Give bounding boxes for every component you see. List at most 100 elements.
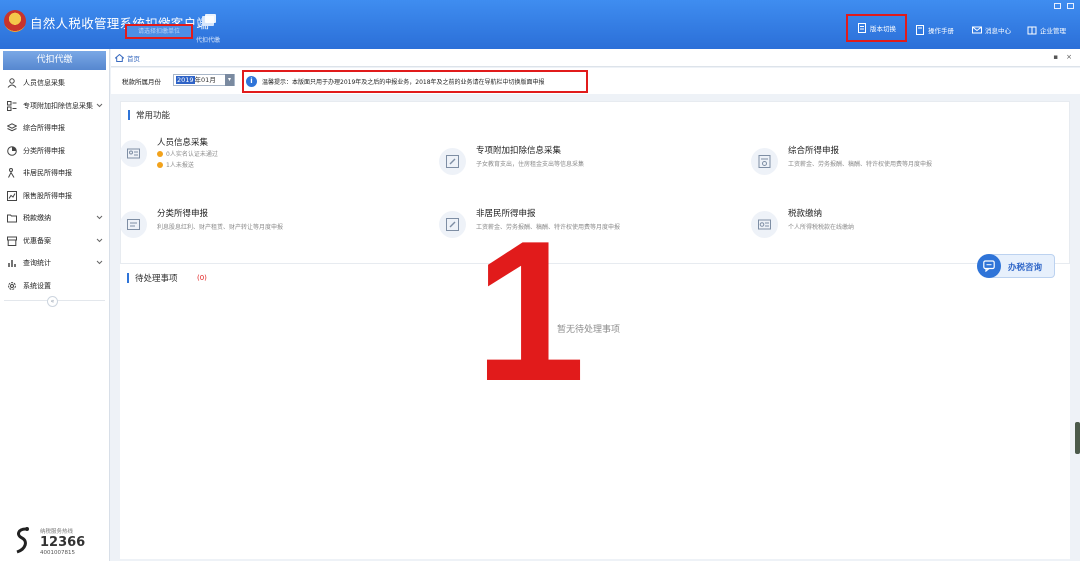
function-card-classified[interactable]: 分类所得申报 利息股息红利、财产租赁、财产转让等月度申报 — [120, 207, 370, 245]
sidebar-item-label: 限售股所得申报 — [23, 191, 72, 200]
version-switch-button[interactable]: 版本切换 — [846, 14, 907, 42]
tab-home-label: 首页 — [127, 55, 140, 63]
function-card-comprehensive[interactable]: 综合所得申报 工资薪金、劳务报酬、稿酬、特许权使用费等月度申报 — [751, 144, 1001, 182]
list-icon — [7, 100, 17, 111]
sidebar: 代扣代缴 人员信息采集 专项附加扣除信息采集 综合所得申报 分类所得申报 非居民… — [0, 49, 110, 561]
chevron-down-icon — [96, 215, 103, 220]
sidebar-item-label: 分类所得申报 — [23, 146, 65, 155]
enterprise-label: 企业管理 — [1040, 27, 1066, 35]
layers-icon — [7, 123, 17, 132]
annotation-number-one: 1 — [475, 230, 585, 390]
sidebar-header: 代扣代缴 — [3, 51, 106, 70]
sidebar-item-label: 非居民所得申报 — [23, 169, 72, 178]
common-functions-title: 常用功能 — [128, 108, 170, 122]
sidebar-item-comprehensive[interactable]: 综合所得申报 — [0, 117, 109, 140]
function-desc: 工资薪金、劳务报酬、稿酬、特许权使用费等月度申报 — [788, 161, 933, 168]
status-unreported: 1人未报送 — [157, 160, 194, 169]
status-text: 0人实名认证未通过 — [166, 151, 218, 158]
function-icon-wrap — [439, 148, 466, 175]
period-year: 2019 — [176, 76, 195, 84]
report-icon — [758, 155, 771, 168]
sidebar-item-label: 查询统计 — [23, 259, 51, 268]
app-window: 自然人税收管理系统扣缴客户端 请选择扣缴单位 代扣代缴 版本切换 操作手册 消息… — [0, 0, 1080, 561]
sidebar-collapse-row: « — [4, 296, 105, 310]
restore-icon[interactable] — [1067, 3, 1074, 9]
category-icon — [127, 219, 140, 230]
app-header: 自然人税收管理系统扣缴客户端 请选择扣缴单位 代扣代缴 版本切换 操作手册 消息… — [0, 0, 1080, 49]
sidebar-item-preferential-filing[interactable]: 优惠备案 — [0, 230, 109, 253]
book-icon — [916, 25, 924, 35]
tax-consult-button[interactable]: 办税咨询 — [977, 254, 1055, 278]
function-icon-wrap — [120, 211, 147, 238]
tab-close-icon[interactable]: × — [1066, 53, 1072, 61]
sidebar-item-label: 专项附加扣除信息采集 — [23, 101, 93, 110]
function-card-special-deduction[interactable]: 专项附加扣除信息采集 子女教育支出，住房租金支出等信息采集 — [439, 144, 689, 182]
sidebar-item-label: 优惠备案 — [23, 236, 51, 245]
user-icon — [7, 78, 17, 89]
sidebar-item-tax-payment[interactable]: 税款缴纳 — [0, 207, 109, 230]
window-controls — [1054, 3, 1074, 9]
hotline-sub-number: 4001007815 — [40, 550, 75, 556]
info-icon: i — [246, 76, 257, 87]
bar-chart-icon — [8, 260, 16, 268]
function-name: 分类所得申报 — [157, 209, 209, 219]
tax-consult-label: 办税咨询 — [1008, 263, 1043, 273]
chevron-down-icon — [96, 103, 103, 107]
status-text: 1人未报送 — [166, 162, 194, 169]
manual-button[interactable]: 操作手册 — [915, 22, 954, 38]
switch-unit-icon[interactable] — [201, 12, 217, 28]
function-card-tax-payment[interactable]: 税款缴纳 个人所得税税款在线缴纳 — [751, 207, 1001, 245]
function-desc: 个人所得税税款在线缴纳 — [788, 224, 855, 231]
notice-banner: i 温馨提示：本版面只用于办理2019年及之后的申报业务，2018年及之前的业务… — [242, 70, 588, 93]
hotline-logo-icon — [16, 527, 29, 554]
pending-items-title: 待处理事项 — [127, 271, 178, 285]
main-content: 首页 ▪ × 税款所属月份 2019年01月 ▾ i 温馨提示：本版面只用于办理… — [111, 49, 1080, 561]
payment-card-icon — [758, 219, 771, 230]
archive-icon — [7, 236, 17, 246]
minimize-icon[interactable] — [1054, 3, 1061, 9]
id-card-icon — [127, 148, 140, 159]
tab-home[interactable]: 首页 — [115, 52, 140, 64]
scroll-handle[interactable] — [1075, 422, 1080, 454]
annotation-number-text: 1 — [475, 230, 585, 390]
function-card-person-info[interactable]: 人员信息采集 0人实名认证未通过 1人未报送 — [120, 136, 370, 174]
notice-text: 温馨提示：本版面只用于办理2019年及之后的申报业务，2018年及之前的业务请在… — [262, 79, 545, 86]
hotline-number: 12366 — [40, 535, 86, 550]
sidebar-item-restricted-stock[interactable]: 限售股所得申报 — [0, 185, 109, 208]
sidebar-collapse-button[interactable]: « — [47, 296, 58, 307]
sidebar-item-special-deduction[interactable]: 专项附加扣除信息采集 — [0, 95, 109, 118]
sidebar-item-label: 系统设置 — [23, 281, 51, 290]
messages-label: 消息中心 — [985, 27, 1011, 35]
period-dropdown-button[interactable]: ▾ — [225, 74, 234, 86]
withholding-unit-selector[interactable]: 请选择扣缴单位 — [125, 24, 193, 39]
tab-menu-icon[interactable]: ▪ — [1053, 53, 1058, 61]
chevron-down-icon — [96, 260, 103, 265]
pending-count: (0) — [197, 274, 207, 282]
pending-items-title-text: 待处理事项 — [135, 274, 178, 284]
period-label: 税款所属月份 — [122, 78, 161, 86]
period-month: 年01月 — [194, 76, 216, 84]
messages-button[interactable]: 消息中心 — [972, 22, 1011, 38]
enterprise-button[interactable]: 企业管理 — [1027, 22, 1066, 38]
function-icon-wrap — [439, 211, 466, 238]
manual-label: 操作手册 — [928, 27, 954, 35]
sidebar-item-nonresident[interactable]: 非居民所得申报 — [0, 162, 109, 185]
common-functions-title-text: 常用功能 — [136, 111, 171, 121]
version-switch-label: 版本切换 — [870, 25, 896, 33]
tab-bar: 首页 ▪ × — [111, 49, 1080, 67]
sidebar-item-label: 综合所得申报 — [23, 124, 65, 133]
period-bar: 税款所属月份 2019年01月 ▾ i 温馨提示：本版面只用于办理2019年及之… — [111, 68, 1080, 94]
function-name: 非居民所得申报 — [476, 209, 536, 219]
building-icon — [1027, 26, 1037, 35]
chevron-down-icon — [96, 238, 103, 242]
function-name: 人员信息采集 — [157, 138, 209, 148]
edit-form-icon — [446, 218, 459, 231]
function-icon-wrap — [751, 211, 778, 238]
sidebar-item-system-settings[interactable]: 系统设置 — [0, 275, 109, 298]
mail-icon — [972, 26, 982, 34]
sidebar-item-classified[interactable]: 分类所得申报 — [0, 140, 109, 163]
sidebar-item-query-stats[interactable]: 查询统计 — [0, 252, 109, 275]
home-icon — [115, 54, 124, 62]
sidebar-item-person-info[interactable]: 人员信息采集 — [0, 72, 109, 95]
folder-icon — [7, 214, 17, 223]
